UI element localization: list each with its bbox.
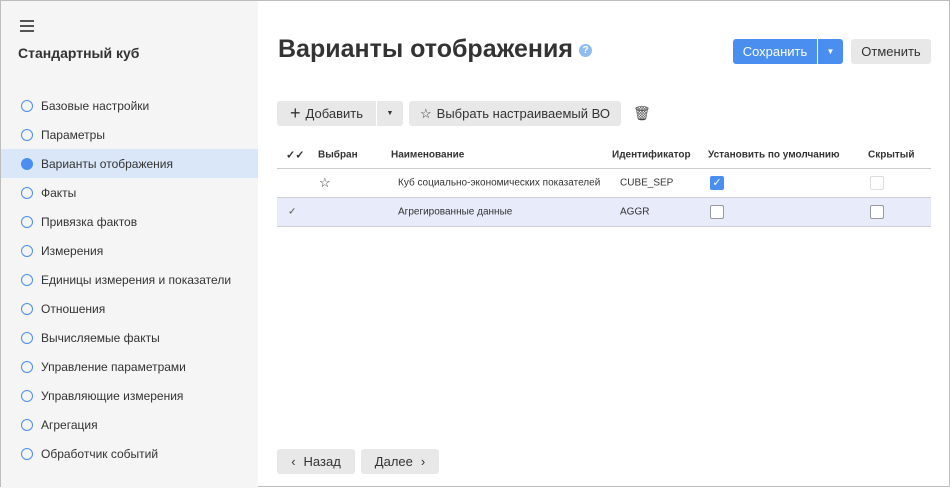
sidebar-item-label: Привязка фактов: [41, 214, 138, 229]
radio-icon: [21, 99, 33, 112]
row-name: Куб социально-экономических показателей: [398, 177, 601, 189]
caret-down-icon: ▼: [386, 110, 394, 117]
cube-title: Стандартный куб: [18, 45, 140, 61]
sidebar-item-fact-binding[interactable]: Привязка фактов: [1, 207, 258, 236]
sidebar-item-label: Базовые настройки: [41, 98, 150, 113]
sidebar-item-label: Агрегация: [41, 417, 98, 432]
back-button[interactable]: ‹ Назад: [277, 449, 355, 474]
sidebar-item-facts[interactable]: Факты: [1, 178, 258, 207]
row-id: AGGR: [620, 206, 650, 218]
sidebar-item-param-mgmt[interactable]: Управление параметрами: [1, 352, 258, 381]
save-dropdown-button[interactable]: ▼: [818, 39, 843, 64]
default-checkbox[interactable]: ✓: [710, 176, 724, 190]
caret-down-icon: ▼: [826, 47, 835, 56]
table-row[interactable]: ✓ Агрегированные данные AGGR: [277, 198, 931, 227]
sidebar-item-label: Управление параметрами: [41, 359, 186, 374]
sidebar-item-calc-facts[interactable]: Вычисляемые факты: [1, 323, 258, 352]
select-all-icon[interactable]: ✓✓: [286, 148, 304, 161]
radio-icon: [21, 331, 33, 344]
sidebar-item-label: Параметры: [41, 127, 105, 142]
radio-icon: [21, 302, 33, 315]
sidebar-item-label: Обработчик событий: [41, 446, 159, 461]
radio-icon: [21, 244, 33, 257]
sidebar-item-label: Единицы измерения и показатели: [41, 272, 232, 287]
sidebar-item-label: Варианты отображения: [41, 156, 174, 171]
sidebar-item-control-dims[interactable]: Управляющие измерения: [1, 381, 258, 410]
radio-icon: [21, 273, 33, 286]
chevron-left-icon: ‹: [291, 454, 296, 469]
add-button[interactable]: + Добавить: [277, 101, 376, 126]
sidebar-item-aggregation[interactable]: Агрегация: [1, 410, 258, 439]
sidebar-item-dimensions[interactable]: Измерения: [1, 236, 258, 265]
col-hidden: Скрытый: [868, 149, 915, 160]
choose-label: Выбрать настраиваемый ВО: [436, 106, 610, 121]
trash-icon[interactable]: 🗑: [633, 105, 651, 122]
chevron-right-icon: ›: [420, 454, 426, 469]
save-button[interactable]: Сохранить: [733, 39, 817, 64]
hidden-checkbox[interactable]: [870, 176, 884, 190]
sidebar-item-params[interactable]: Параметры: [1, 120, 258, 149]
next-button[interactable]: Далее ›: [361, 449, 439, 474]
page-title: Варианты отображения: [278, 35, 573, 63]
sidebar-item-label: Управляющие измерения: [41, 388, 184, 403]
sidebar-item-basic[interactable]: Базовые настройки: [1, 91, 258, 120]
radio-icon: [21, 215, 33, 228]
hidden-checkbox[interactable]: [870, 205, 884, 219]
radio-icon: [21, 360, 33, 373]
choose-custom-view-button[interactable]: ☆ Выбрать настраиваемый ВО: [409, 101, 621, 126]
col-default: Установить по умолчанию: [708, 149, 840, 160]
help-icon[interactable]: ?: [579, 44, 592, 57]
sidebar-item-relations[interactable]: Отношения: [1, 294, 258, 323]
next-label: Далее: [374, 454, 413, 469]
table-row[interactable]: ☆ Куб социально-экономических показателе…: [277, 169, 931, 198]
sidebar-item-label: Факты: [41, 185, 77, 200]
sidebar-item-views[interactable]: Варианты отображения: [1, 149, 258, 178]
add-dropdown-button[interactable]: ▼: [377, 101, 403, 126]
sidebar-item-label: Измерения: [41, 243, 104, 258]
radio-icon: [21, 157, 33, 170]
col-name: Наименование: [391, 149, 465, 160]
col-id: Идентификатор: [612, 149, 691, 160]
sidebar-nav: Базовые настройки Параметры Варианты ото…: [1, 91, 258, 468]
menu-icon[interactable]: [20, 20, 34, 32]
star-icon: ☆: [319, 175, 331, 190]
table-header: ✓✓ Выбран Наименование Идентификатор Уст…: [277, 141, 931, 169]
views-table: ✓✓ Выбран Наименование Идентификатор Уст…: [277, 141, 931, 227]
sidebar-item-event-handler[interactable]: Обработчик событий: [1, 439, 258, 468]
sidebar-item-units[interactable]: Единицы измерения и показатели: [1, 265, 258, 294]
star-icon: ☆: [420, 105, 432, 121]
radio-icon: [21, 418, 33, 431]
radio-icon: [21, 128, 33, 141]
cancel-button[interactable]: Отменить: [851, 39, 931, 64]
radio-icon: [21, 186, 33, 199]
radio-icon: [21, 389, 33, 402]
default-checkbox[interactable]: [710, 205, 724, 219]
sidebar: Стандартный куб Базовые настройки Параме…: [1, 1, 258, 488]
check-icon: ✓: [288, 206, 297, 218]
sidebar-item-label: Отношения: [41, 301, 106, 316]
row-name: Агрегированные данные: [398, 206, 513, 218]
add-label: Добавить: [305, 106, 363, 121]
plus-icon: +: [290, 103, 301, 123]
sidebar-item-label: Вычисляемые факты: [41, 330, 160, 345]
radio-icon: [21, 447, 33, 460]
row-id: CUBE_SEP: [620, 177, 674, 189]
back-label: Назад: [303, 454, 341, 469]
col-selected: Выбран: [318, 149, 358, 160]
